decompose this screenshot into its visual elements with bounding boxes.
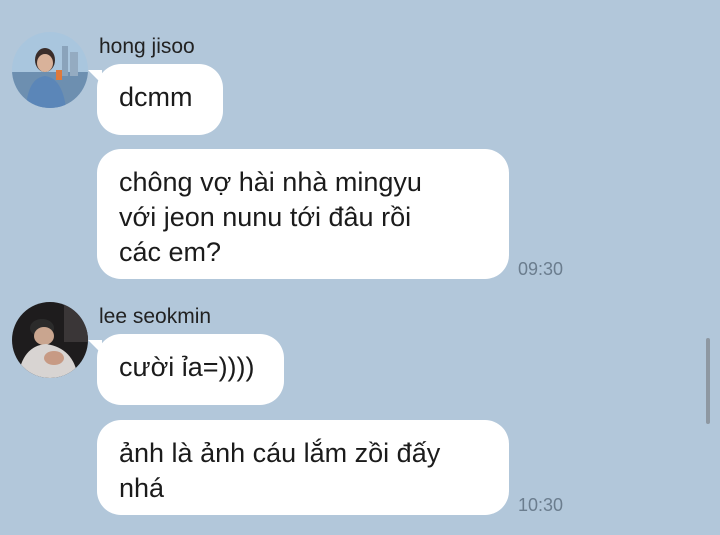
message-bubble[interactable]: cười ỉa=)))) [97, 334, 284, 405]
sender-name: lee seokmin [99, 305, 212, 328]
user-avatar-photo-icon [12, 302, 88, 378]
scrollbar[interactable] [706, 338, 710, 424]
message-bubble[interactable]: ảnh là ảnh cáu lắm zồi đấy nhá [97, 420, 509, 515]
message-timestamp: 09:30 [518, 259, 564, 279]
message-bubble[interactable]: dcmm [97, 64, 223, 135]
message-timestamp: 10:30 [518, 495, 564, 515]
sender-name: hong jisoo [99, 35, 195, 58]
user-avatar-photo-icon [12, 32, 88, 108]
message-bubble[interactable]: chông vợ hài nhà mingyu với jeon nunu tớ… [97, 149, 509, 279]
avatar-lee-seokmin[interactable] [12, 302, 88, 378]
avatar-hong-jisoo[interactable] [12, 32, 88, 108]
